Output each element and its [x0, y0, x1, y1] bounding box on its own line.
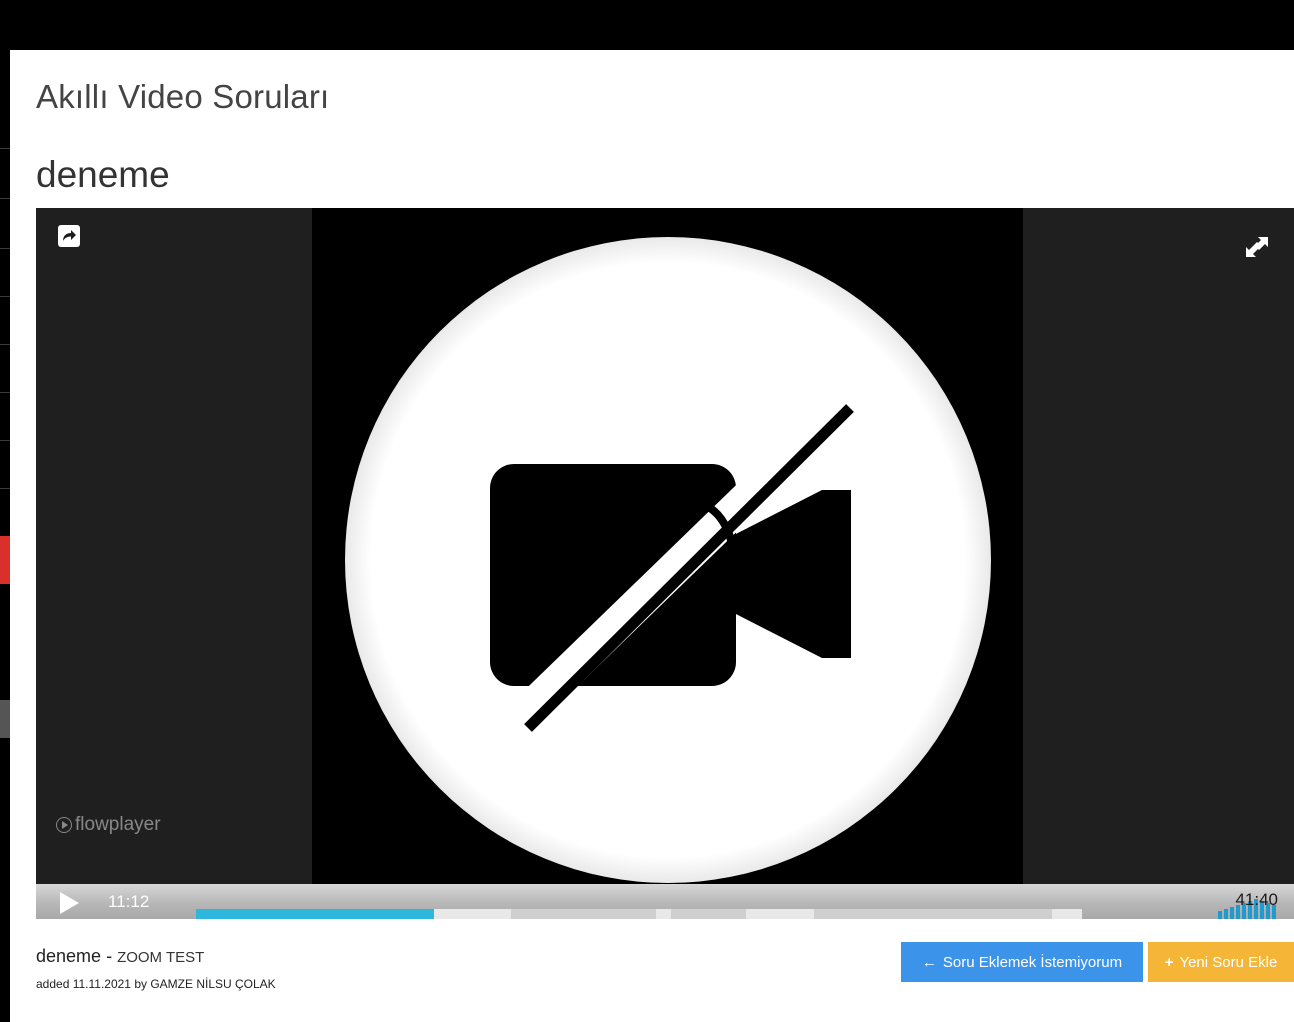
player-controls: 11:12 41:40 [36, 884, 1294, 919]
fullscreen-icon[interactable] [1244, 235, 1270, 259]
plus-icon: + [1164, 953, 1174, 971]
play-icon[interactable] [60, 892, 79, 914]
top-bar [0, 0, 1294, 50]
flowplayer-logo-text: flowplayer [75, 814, 161, 835]
skip-question-label: Soru Eklemek İstemiyorum [942, 953, 1123, 971]
video-meta-subtitle: ZOOM TEST [117, 949, 205, 966]
play-circle-icon [56, 817, 72, 833]
timeline-buffered-segment [656, 909, 671, 919]
page-title: Akıllı Video Soruları [36, 78, 330, 115]
video-title: deneme [36, 154, 170, 195]
video-meta-separator: - [101, 946, 118, 966]
time-elapsed: 11:12 [108, 892, 150, 911]
flowplayer-logo[interactable]: flowplayer [56, 814, 161, 836]
video-player[interactable]: flowplayer 11:12 41:40 [36, 208, 1294, 919]
time-total: 41:40 [1235, 890, 1278, 909]
camera-off-icon [345, 237, 991, 883]
skip-question-button[interactable]: ← Soru Eklemek İstemiyorum [901, 942, 1143, 982]
add-question-label: Yeni Soru Ekle [1179, 953, 1278, 971]
left-sidebar-edge [0, 0, 10, 1022]
timeline-progress [196, 909, 435, 919]
video-meta-name: deneme [36, 946, 102, 966]
video-timeline[interactable] [196, 909, 1082, 919]
video-added-info: added 11.11.2021 by GAMZE NİLSU ÇOLAK [36, 977, 276, 991]
timeline-buffered-segment [1052, 909, 1082, 919]
arrow-left-icon: ← [921, 953, 937, 971]
player-letterbox-left [36, 208, 312, 884]
player-letterbox-right [1023, 208, 1294, 884]
share-icon[interactable] [58, 225, 80, 247]
sidebar-active-indicator[interactable] [0, 536, 10, 584]
add-question-button[interactable]: + Yeni Soru Ekle [1148, 942, 1294, 982]
timeline-buffered-segment [746, 909, 814, 919]
video-meta-title: deneme - ZOOM TEST [36, 946, 204, 967]
sidebar-scroll-indicator[interactable] [0, 700, 10, 738]
